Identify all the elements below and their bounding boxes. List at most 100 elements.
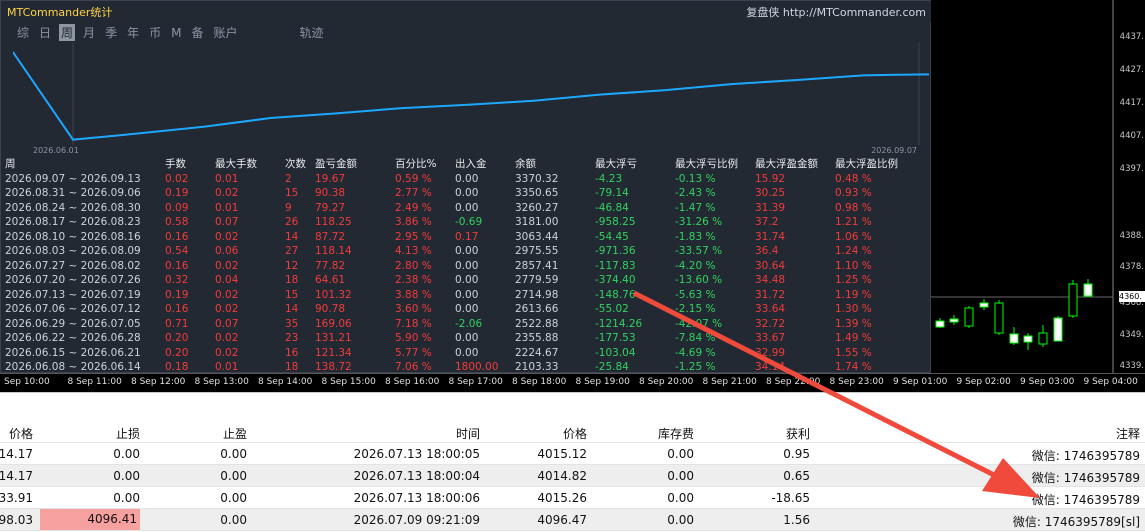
table-row[interactable]: 2026.08.10 ~ 2026.08.16 0.16 0.02 14 87.72 2.…: [5, 230, 931, 245]
table-cell: 2026.07.27 ~ 2026.08.02: [5, 259, 141, 272]
table-cell: 121.34: [315, 346, 352, 359]
tab-8[interactable]: 备: [189, 24, 205, 41]
table-cell: 2.38 %: [395, 274, 432, 286]
tab-7[interactable]: M: [169, 26, 183, 40]
table-cell: 27: [285, 245, 299, 257]
table-cell: 101.32: [315, 288, 352, 301]
table-row[interactable]: 2026.08.03 ~ 2026.08.09 0.54 0.06 27 118.14 4…: [5, 244, 931, 259]
order-cell: 4096.47: [537, 513, 587, 527]
tab-6[interactable]: 币: [147, 24, 163, 41]
table-cell: 2522.88: [515, 317, 559, 330]
time-tick: 8 Sep 12:00: [131, 377, 186, 387]
table-cell: 0.01: [215, 201, 239, 214]
order-row[interactable]: 014.17 0.00 0.00 2026.07.13 18:00:04 4014.82…: [0, 465, 1145, 487]
column-header: 库存费: [657, 427, 694, 441]
brand-link[interactable]: 复盘侠 http://MTCommander.com: [746, 4, 926, 20]
tab-9[interactable]: 账户: [211, 24, 239, 41]
column-header: 出入金: [455, 158, 487, 170]
time-axis: Sep 10:00 8 Sep 11:00 8 Sep 12:00 8 Sep 13:…: [0, 373, 1145, 390]
price-tick: 4349.: [1119, 330, 1144, 340]
table-cell: 31.39: [755, 201, 786, 214]
order-row[interactable]: 014.17 0.00 0.00 2026.07.13 18:00:05 4015.12…: [0, 443, 1145, 465]
table-cell: 2.95 %: [395, 230, 432, 243]
table-cell: 2026.06.29 ~ 2026.07.05: [5, 317, 141, 330]
table-cell: 2857.41: [515, 259, 559, 272]
equity-point: [138, 132, 140, 135]
column-header: 价格: [562, 427, 587, 441]
table-cell: 0.00: [455, 201, 479, 214]
order-row[interactable]: 033.91 0.00 0.00 2026.07.13 18:00:06 4015.26…: [0, 487, 1145, 509]
table-cell: 5.77 %: [395, 346, 432, 359]
equity-point: [72, 138, 74, 141]
table-cell: 2026.08.17 ~ 2026.08.23: [5, 216, 141, 228]
order-cell: 微信: 1746395789[sl]: [1012, 515, 1140, 529]
tab-3[interactable]: 月: [81, 24, 97, 41]
table-row[interactable]: 2026.08.24 ~ 2026.08.30 0.09 0.01 9 79.27 2.4…: [5, 201, 931, 216]
tab-5[interactable]: 年: [125, 24, 141, 41]
time-tick: 8 Sep 16:00: [385, 377, 440, 387]
table-row[interactable]: 2026.07.20 ~ 2026.07.26 0.32 0.04 18 64.61 2.…: [5, 273, 931, 288]
tab-10[interactable]: 轨迹: [298, 24, 326, 41]
chart-date-label: 2026.09.07: [871, 146, 917, 155]
table-cell: 15: [285, 288, 299, 301]
price-tick: 4437.: [1119, 32, 1144, 42]
table-row[interactable]: 2026.06.22 ~ 2026.06.28 0.20 0.02 23 131.21 5…: [5, 331, 931, 346]
table-cell: 0.02: [165, 172, 189, 185]
order-cell: 2026.07.13 18:00:05: [353, 447, 480, 461]
table-cell: 0.16: [165, 230, 189, 243]
table-cell: 30.25: [755, 187, 786, 199]
table-cell: 3063.44: [515, 230, 559, 243]
table-cell: 2.77 %: [395, 187, 432, 199]
order-cell: 2026.07.09 09:21:09: [353, 513, 480, 527]
table-cell: 0.48 %: [835, 172, 872, 185]
table-cell: 2026.09.07 ~ 2026.09.13: [5, 172, 141, 185]
order-cell: 4014.82: [537, 469, 587, 483]
order-cell: 0.00: [113, 491, 140, 505]
table-row[interactable]: 2026.07.06 ~ 2026.07.12 0.16 0.02 14 90.78 3.…: [5, 302, 931, 317]
table-cell: 3.86 %: [395, 216, 432, 228]
table-cell: 2975.55: [515, 245, 559, 257]
table-cell: 3260.27: [515, 201, 559, 214]
time-tick: 9 Sep 02:00: [956, 377, 1011, 387]
table-cell: 90.38: [315, 187, 346, 199]
tab-4[interactable]: 季: [103, 24, 119, 41]
order-row[interactable]: 098.03 4096.41 0.00 2026.07.09 09:21:09 4096…: [0, 509, 1145, 531]
tab-1[interactable]: 日: [37, 24, 53, 41]
table-cell: 15.92: [755, 172, 786, 185]
table-cell: 77.82: [315, 259, 346, 272]
app-title: MTCommander统计: [7, 6, 113, 19]
table-cell: 26: [285, 216, 299, 228]
table-cell: -2.43 %: [675, 187, 716, 199]
column-header: 止盈: [222, 427, 247, 441]
table-row[interactable]: 2026.06.15 ~ 2026.06.21 0.20 0.02 16 121.34 5…: [5, 346, 931, 361]
table-cell: 0.02: [215, 259, 239, 272]
table-cell: 2026.08.31 ~ 2026.09.06: [5, 187, 141, 199]
table-cell: 9: [285, 201, 292, 214]
table-row[interactable]: 2026.06.29 ~ 2026.07.05 0.71 0.07 35 169.06 7…: [5, 317, 931, 332]
table-cell: 1.19 %: [835, 288, 872, 301]
table-row[interactable]: 2026.07.13 ~ 2026.07.19 0.19 0.02 15 101.32 3…: [5, 288, 931, 303]
equity-point: [862, 74, 864, 77]
order-cell: 微信: 1746395789: [1031, 449, 1140, 463]
table-row[interactable]: 2026.07.27 ~ 2026.08.02 0.16 0.02 12 77.82 2.…: [5, 259, 931, 274]
table-cell: 36.4: [755, 245, 779, 257]
table-cell: 1.24 %: [835, 245, 872, 257]
tab-0[interactable]: 综: [15, 24, 31, 41]
equity-point: [730, 83, 733, 85]
price-tick: 4407.: [1119, 131, 1144, 141]
column-header: 最大浮盈比例: [835, 158, 898, 170]
table-cell: -971.36: [595, 245, 636, 257]
table-cell: 1.49 %: [835, 332, 872, 344]
candles-svg: [931, 0, 1114, 373]
table-row[interactable]: 2026.08.17 ~ 2026.08.23 0.58 0.07 26 118.25 3…: [5, 215, 931, 230]
table-cell: 0.09: [165, 201, 189, 214]
table-cell: 0.07: [215, 216, 239, 228]
table-row[interactable]: 2026.09.07 ~ 2026.09.13 0.02 0.01 2 19.67 0.5…: [5, 172, 931, 187]
table-cell: -958.25: [595, 216, 636, 228]
time-tick: 8 Sep 17:00: [448, 377, 503, 387]
tab-2[interactable]: 周: [59, 24, 76, 41]
table-cell: 2026.07.06 ~ 2026.07.12: [5, 303, 141, 315]
time-tick: 9 Sep 04:00: [1083, 377, 1138, 387]
table-row[interactable]: 2026.08.31 ~ 2026.09.06 0.19 0.02 15 90.38 2.…: [5, 186, 931, 201]
table-cell: 2: [285, 172, 292, 185]
